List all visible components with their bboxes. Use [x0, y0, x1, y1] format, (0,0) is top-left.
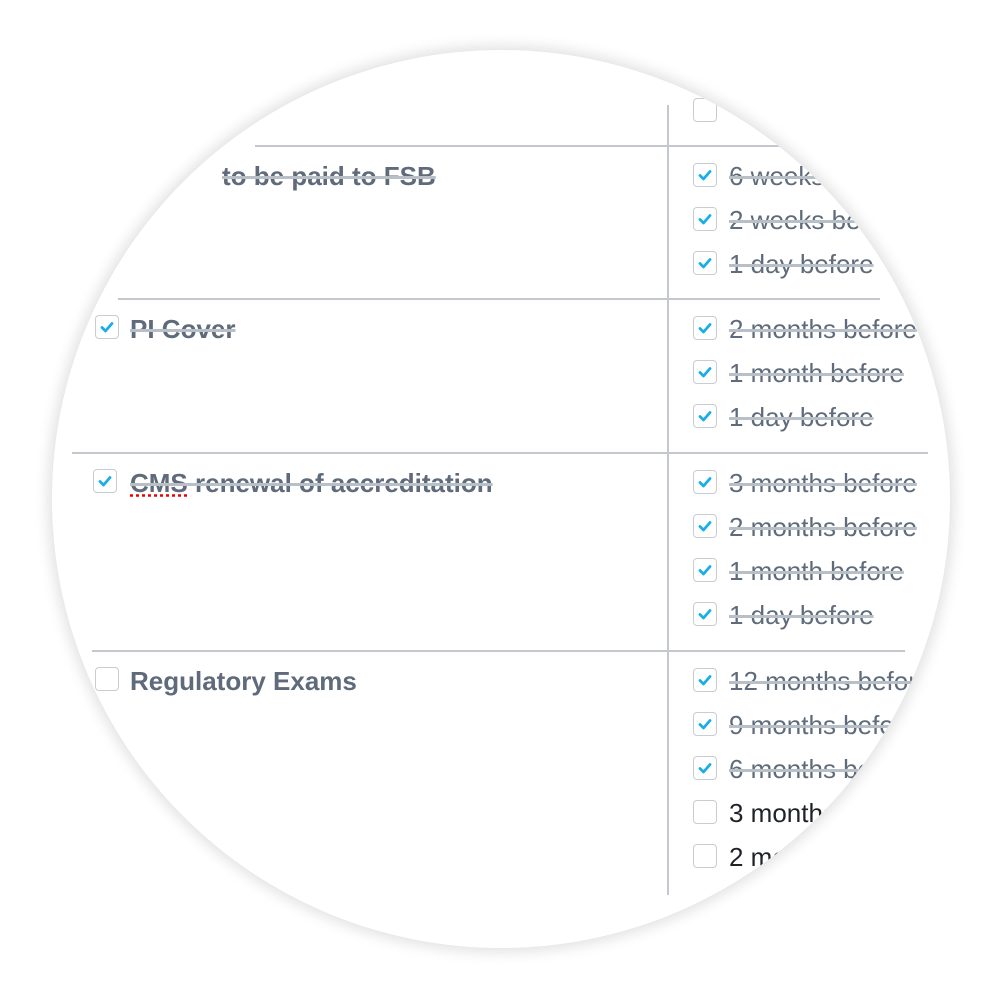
reminder-checkbox[interactable] — [693, 602, 717, 626]
reminder-checkbox[interactable] — [693, 514, 717, 538]
checkmark-icon — [698, 565, 712, 576]
checkmark-icon — [698, 609, 712, 620]
task-table: to be paid to FSB 6 weeks before 2 weeks b… — [52, 50, 950, 948]
reminder-label: 1 day before — [729, 249, 874, 279]
task-title[interactable]: PI Cover — [130, 314, 236, 344]
checkmark-icon — [698, 477, 712, 488]
reminder-label: 2 months before — [729, 512, 917, 542]
task-title[interactable]: CMS renewal of accreditation — [130, 468, 493, 498]
row-divider — [118, 298, 880, 300]
reminder-checkbox[interactable] — [693, 470, 717, 494]
reminder-label: 3 months before — [729, 468, 917, 498]
task-checkbox[interactable] — [95, 667, 119, 691]
checkmark-icon — [698, 763, 712, 774]
reminder-label: 1 day before — [729, 402, 874, 432]
reminder-label: 1 day before — [729, 600, 874, 630]
reminder-label: 6 months before — [729, 754, 917, 784]
checkmark-icon — [698, 411, 712, 422]
row-divider — [92, 650, 905, 652]
reminder-checkbox[interactable] — [693, 558, 717, 582]
reminder-checkbox[interactable] — [693, 207, 717, 231]
reminder-checkbox[interactable] — [693, 844, 717, 868]
checkmark-icon — [98, 476, 112, 487]
reminder-label: 3 months before — [729, 798, 917, 828]
reminder-label: 1 month before — [729, 358, 904, 388]
reminder-checkbox[interactable] — [693, 800, 717, 824]
task-title[interactable]: Regulatory Exams — [130, 666, 357, 696]
magnifier-lens: to be paid to FSB 6 weeks before 2 weeks b… — [52, 50, 950, 948]
reminder-checkbox[interactable] — [693, 756, 717, 780]
checkmark-icon — [698, 521, 712, 532]
row-divider — [72, 452, 928, 454]
checkmark-icon — [698, 214, 712, 225]
checkmark-icon — [698, 323, 712, 334]
reminder-checkbox[interactable] — [693, 404, 717, 428]
checkmark-icon — [698, 170, 712, 181]
reminder-label: 2 weeks before — [729, 205, 906, 235]
task-checkbox[interactable] — [93, 469, 117, 493]
reminder-label: 6 weeks before — [729, 161, 906, 191]
reminder-checkbox[interactable] — [693, 98, 717, 122]
reminder-checkbox[interactable] — [693, 316, 717, 340]
checkmark-icon — [698, 367, 712, 378]
reminder-label: 2 months before — [729, 314, 917, 344]
checkmark-icon — [100, 322, 114, 333]
reminder-label: 2 months before — [729, 842, 917, 872]
reminder-checkbox[interactable] — [693, 163, 717, 187]
reminder-checkbox[interactable] — [693, 712, 717, 736]
reminder-label: 1 month before — [729, 556, 904, 586]
reminder-checkbox[interactable] — [693, 668, 717, 692]
row-divider — [255, 145, 880, 147]
task-checkbox[interactable] — [95, 315, 119, 339]
column-divider — [667, 105, 669, 895]
checkmark-icon — [698, 675, 712, 686]
checkmark-icon — [698, 258, 712, 269]
reminder-checkbox[interactable] — [693, 360, 717, 384]
reminder-label: 9 months before — [729, 710, 917, 740]
reminder-label: 12 months before — [729, 666, 932, 696]
reminder-checkbox[interactable] — [693, 251, 717, 275]
checkmark-icon — [698, 719, 712, 730]
task-title[interactable]: to be paid to FSB — [222, 161, 436, 191]
